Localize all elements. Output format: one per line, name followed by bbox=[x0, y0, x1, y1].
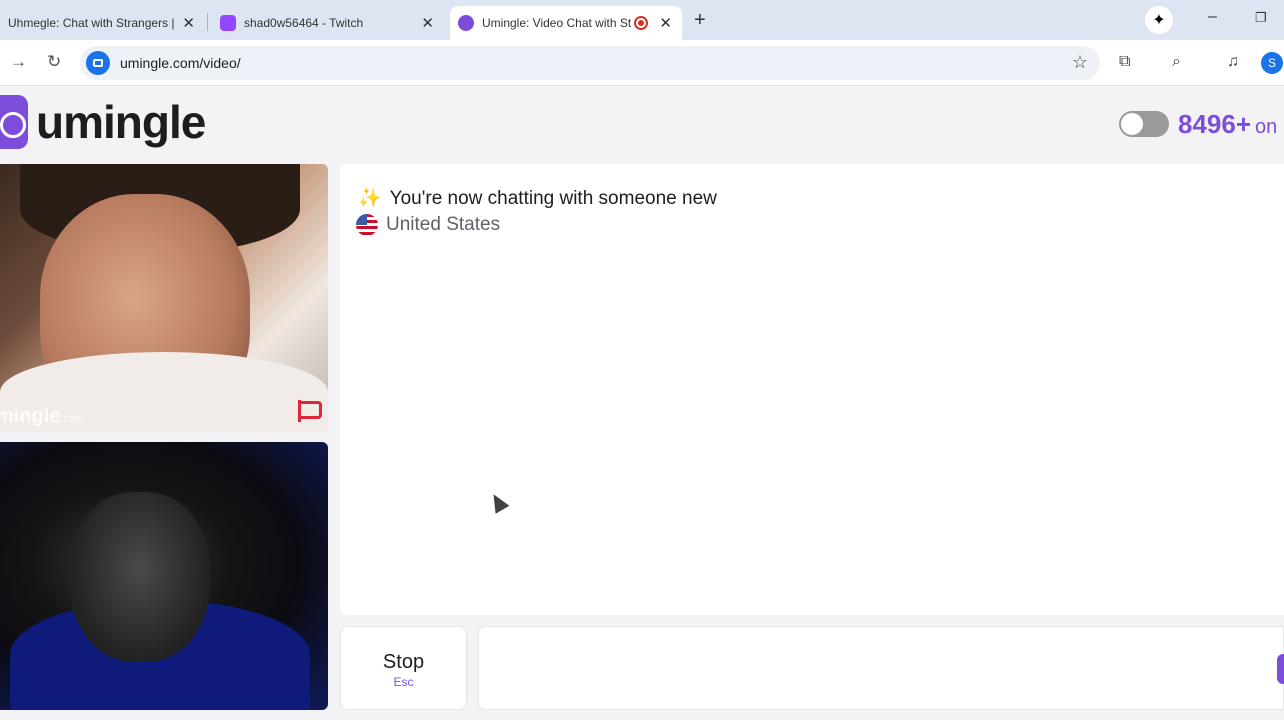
report-flag-icon[interactable] bbox=[294, 398, 322, 424]
reload-icon[interactable]: ↻ bbox=[47, 52, 61, 72]
browser-tab-strip: Uhmegle: Chat with Strangers | ✕ shad0w5… bbox=[0, 0, 1284, 40]
profile-avatar[interactable]: S bbox=[1261, 52, 1283, 74]
umingle-icon bbox=[458, 15, 474, 31]
self-video bbox=[0, 442, 328, 710]
send-button[interactable] bbox=[1277, 654, 1284, 684]
stranger-video: mingle.com bbox=[0, 164, 328, 432]
stop-shortcut: Esc bbox=[393, 675, 414, 689]
tab-uhmegle[interactable]: Uhmegle: Chat with Strangers | ✕ bbox=[0, 6, 205, 40]
video-watermark: mingle.com bbox=[0, 405, 84, 428]
tab-title: shad0w56464 - Twitch bbox=[244, 16, 364, 30]
tab-separator bbox=[207, 13, 208, 31]
tab-twitch[interactable]: shad0w56464 - Twitch ✕ bbox=[212, 6, 444, 40]
address-url: umingle.com/video/ bbox=[120, 55, 241, 71]
close-tab-icon[interactable]: ✕ bbox=[182, 14, 195, 32]
stop-button[interactable]: Stop Esc bbox=[340, 626, 467, 710]
tab-title: Uhmegle: Chat with Strangers | bbox=[8, 16, 175, 30]
umingle-logo-icon bbox=[0, 95, 28, 149]
media-controls-icon[interactable]: ♫ bbox=[1227, 53, 1239, 71]
gemini-icon[interactable]: ✦ bbox=[1145, 6, 1173, 34]
extensions-icon[interactable]: ⧉ bbox=[1119, 53, 1130, 71]
video-camera-icon bbox=[86, 51, 110, 75]
recording-icon bbox=[634, 16, 648, 30]
online-counter: 8496+ on bbox=[1178, 109, 1277, 140]
forward-icon[interactable]: → bbox=[10, 52, 27, 72]
bookmark-star-icon[interactable]: ☆ bbox=[1072, 52, 1088, 73]
stop-label: Stop bbox=[382, 651, 425, 673]
message-input[interactable] bbox=[478, 626, 1284, 710]
close-tab-icon[interactable]: ✕ bbox=[421, 14, 434, 32]
tab-umingle[interactable]: Umingle: Video Chat with St ✕ bbox=[450, 6, 682, 40]
online-label: on bbox=[1255, 116, 1278, 138]
us-flag-icon bbox=[356, 214, 378, 236]
sparkle-icon: ✨ bbox=[358, 188, 382, 209]
minimize-icon[interactable]: – bbox=[1208, 8, 1217, 26]
watermark-text: mingle bbox=[0, 405, 61, 427]
close-tab-icon[interactable]: ✕ bbox=[659, 14, 672, 32]
lens-search-icon[interactable]: ⌕ bbox=[1172, 53, 1181, 71]
restore-icon[interactable]: ❐ bbox=[1255, 10, 1267, 26]
tab-title: Umingle: Video Chat with St bbox=[482, 16, 632, 30]
twitch-icon bbox=[220, 15, 236, 31]
new-tab-button[interactable]: + bbox=[694, 9, 706, 32]
chat-status-text: You're now chatting with someone new bbox=[389, 188, 717, 209]
stranger-country: United States bbox=[356, 214, 500, 236]
chat-panel: ✨ You're now chatting with someone new Un… bbox=[340, 164, 1284, 615]
country-name: United States bbox=[386, 214, 501, 235]
umingle-page: umingle 8496+ on mingle.com ✨ You're now c… bbox=[0, 87, 1284, 720]
chat-status-message: ✨ You're now chatting with someone new bbox=[358, 186, 717, 210]
site-logo[interactable]: umingle bbox=[36, 95, 206, 149]
watermark-suffix: .com bbox=[60, 413, 85, 425]
online-count: 8496+ bbox=[1178, 109, 1252, 139]
address-bar[interactable]: umingle.com/video/ ☆ bbox=[80, 46, 1100, 80]
online-toggle[interactable] bbox=[1119, 111, 1169, 137]
browser-toolbar: → ↻ umingle.com/video/ ☆ ⧉ ⌕ ♫ S bbox=[0, 40, 1284, 86]
video-figure-face bbox=[70, 492, 210, 662]
